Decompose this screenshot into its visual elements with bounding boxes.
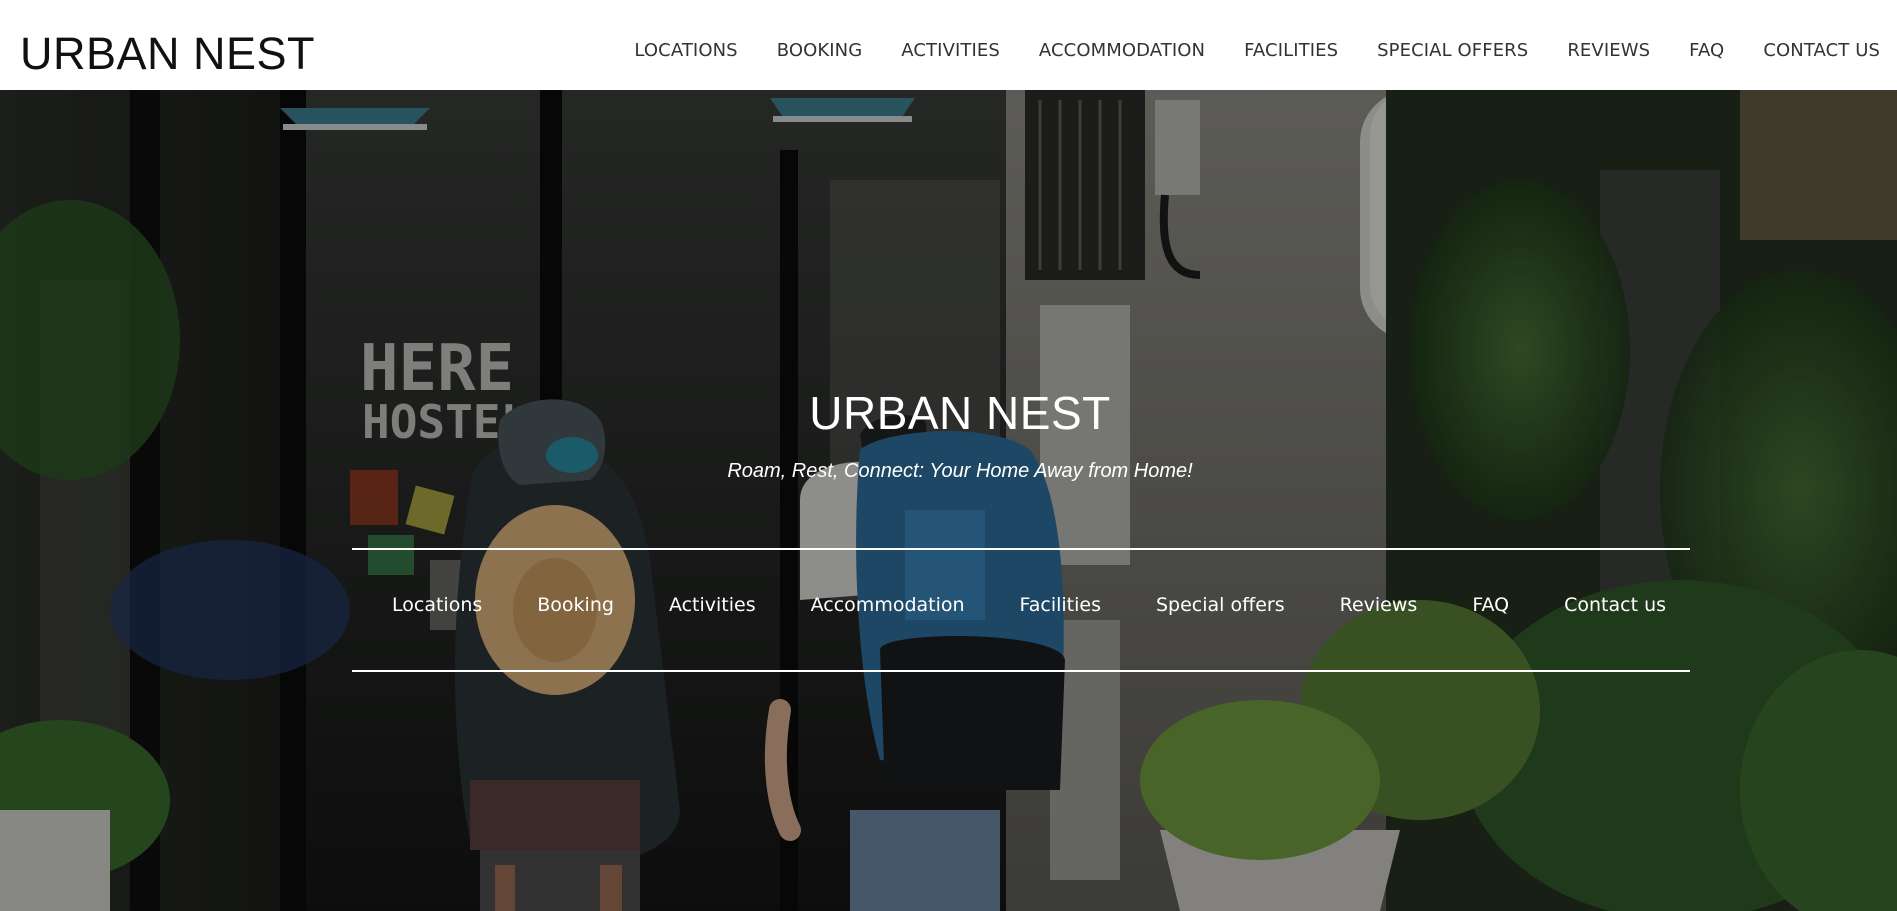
nav-link-contact-us[interactable]: CONTACT US — [1763, 40, 1880, 61]
hero-nav-link-reviews[interactable]: Reviews — [1340, 594, 1418, 616]
nav-link-special-offers[interactable]: SPECIAL OFFERS — [1377, 40, 1528, 61]
site-logo[interactable]: URBAN NEST — [20, 28, 315, 80]
hero-title: URBAN NEST — [809, 387, 1111, 439]
hero-nav-link-locations[interactable]: Locations — [392, 594, 482, 616]
nav-link-activities[interactable]: ACTIVITIES — [901, 40, 1000, 61]
hero-nav-link-accommodation[interactable]: Accommodation — [811, 594, 965, 616]
site-header: URBAN NEST LOCATIONS BOOKING ACTIVITIES … — [0, 0, 1897, 90]
nav-link-faq[interactable]: FAQ — [1689, 40, 1724, 61]
nav-link-booking[interactable]: BOOKING — [777, 40, 863, 61]
hero-nav-link-activities[interactable]: Activities — [669, 594, 756, 616]
hero-navigation: Locations Booking Activities Accommodati… — [352, 548, 1690, 672]
hero-nav-link-faq[interactable]: FAQ — [1472, 594, 1509, 616]
hero-dark-overlay — [0, 90, 1897, 911]
hero-nav-link-facilities[interactable]: Facilities — [1020, 594, 1101, 616]
hero-nav-link-special-offers[interactable]: Special offers — [1156, 594, 1285, 616]
hero-nav-link-booking[interactable]: Booking — [537, 594, 614, 616]
hero-section: H E R E HERE HOSTEL — [0, 90, 1897, 911]
top-navigation: LOCATIONS BOOKING ACTIVITIES ACCOMMODATI… — [595, 40, 1880, 61]
hero-nav-link-contact-us[interactable]: Contact us — [1564, 594, 1666, 616]
nav-link-reviews[interactable]: REVIEWS — [1567, 40, 1650, 61]
hero-nav-items: Locations Booking Activities Accommodati… — [392, 594, 1666, 616]
nav-link-locations[interactable]: LOCATIONS — [634, 40, 737, 61]
hero-tagline: Roam, Rest, Connect: Your Home Away from… — [727, 460, 1193, 482]
nav-link-facilities[interactable]: FACILITIES — [1244, 40, 1338, 61]
nav-link-accommodation[interactable]: ACCOMMODATION — [1039, 40, 1205, 61]
